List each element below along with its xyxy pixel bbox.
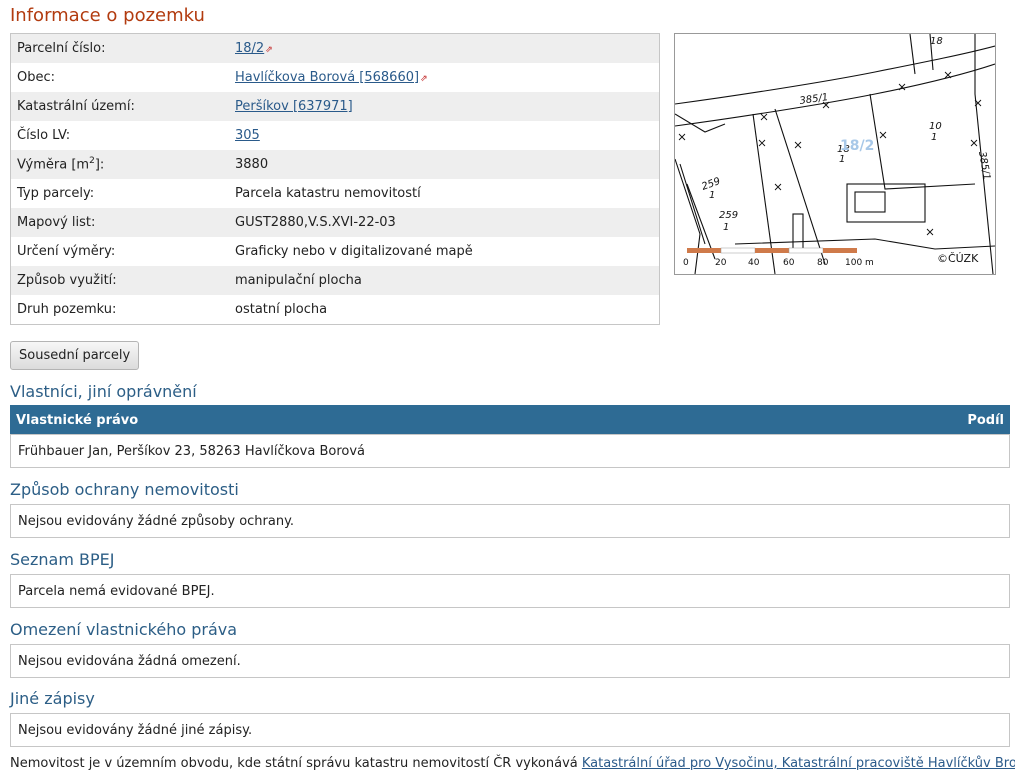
page-title: Informace o pozemku	[10, 5, 205, 26]
municipality-link[interactable]: Havlíčkova Borová [568660]	[235, 70, 419, 85]
building-outline	[854, 191, 886, 213]
table-row: Parcelní číslo: 18/2⇗	[10, 33, 660, 63]
external-link-icon: ⇗	[420, 74, 428, 84]
row-value: 3880	[229, 150, 660, 179]
parcel-number-link[interactable]: 18/2	[235, 41, 264, 56]
row-label: Určení výměry:	[17, 244, 116, 259]
cadastral-map[interactable]: 18 385/1 18 1 10 1 385/1 259 1 259 1 18/…	[674, 33, 996, 275]
table-row: Obec: Havlíčkova Borová [568660]⇗	[11, 63, 660, 92]
row-label: Způsob využití:	[10, 266, 229, 295]
map-label: 1	[931, 132, 937, 143]
scale-tick-label: 80	[817, 258, 829, 268]
share-column-header: Podíl	[967, 412, 1004, 428]
scale-bar	[687, 247, 857, 254]
map-label: 18	[930, 36, 943, 47]
table-row: Výměra [m2]: 3880	[10, 150, 660, 179]
row-value: manipulační plocha	[229, 266, 660, 295]
building-outline	[846, 183, 926, 223]
table-row: Druh pozemku: ostatní plocha	[11, 295, 660, 325]
scale-tick-label: 20	[715, 258, 727, 268]
row-value: Graficky nebo v digitalizované mapě	[235, 244, 473, 259]
table-row: Určení výměry: Graficky nebo v digitaliz…	[11, 237, 660, 266]
row-value: 305	[229, 121, 660, 150]
scale-tick-label: 0	[683, 258, 689, 268]
section-heading-protection: Způsob ochrany nemovitosti	[10, 480, 239, 499]
row-value: GUST2880,V.S.XVI-22-03	[229, 208, 660, 237]
scale-tick-label: 60	[783, 258, 795, 268]
table-row: Způsob využití: manipulační plocha	[10, 266, 660, 295]
table-row: Katastrální území: Peršíkov [637971]	[10, 92, 660, 121]
map-label: 1	[723, 222, 729, 233]
ownership-column-header: Vlastnické právo	[16, 412, 139, 428]
table-row: Typ parcely: Parcela katastru nemovitost…	[11, 179, 660, 208]
cadastral-area-link[interactable]: Peršíkov [637971]	[235, 99, 353, 114]
row-label: Číslo LV:	[17, 128, 71, 143]
map-label: 385/1	[799, 92, 829, 107]
owners-table-header: Vlastnické právo Podíl	[10, 405, 1010, 435]
row-label: Výměra [m2]:	[10, 150, 229, 179]
row-label: Typ parcely:	[17, 186, 95, 201]
section-box-bpej: Parcela nemá evidované BPEJ.	[10, 574, 1010, 608]
owner-text: Frühbauer Jan, Peršíkov 23, 58263 Havlíč…	[18, 443, 365, 459]
external-link-icon: ⇗	[265, 45, 273, 55]
map-label: 259	[719, 210, 738, 221]
map-label: 1	[709, 190, 715, 201]
section-box-protection: Nejsou evidovány žádné způsoby ochrany.	[10, 504, 1010, 538]
owners-heading: Vlastníci, jiní oprávnění	[10, 382, 197, 401]
map-label: 10	[929, 121, 942, 132]
row-label: Mapový list:	[10, 208, 229, 237]
parcel-info-table: Parcelní číslo: 18/2⇗ Obec: Havlíčkova B…	[10, 33, 660, 325]
area-label-suffix: ]:	[94, 157, 105, 173]
section-box-restrictions: Nejsou evidována žádná omezení.	[10, 644, 1010, 678]
owner-row: Frühbauer Jan, Peršíkov 23, 58263 Havlíč…	[10, 434, 1010, 468]
section-heading-bpej: Seznam BPEJ	[10, 550, 115, 569]
map-label: 385/1	[976, 151, 992, 181]
row-value: 18/2⇗	[229, 33, 660, 63]
neighbor-parcels-button[interactable]: Sousední parcely	[10, 341, 140, 370]
scale-tick-label: 40	[748, 258, 760, 268]
building-outline	[792, 213, 804, 250]
section-text: Nejsou evidována žádná omezení.	[18, 653, 241, 669]
road-line	[675, 63, 995, 127]
section-box-other: Nejsou evidovány žádné jiné zápisy.	[10, 713, 1010, 747]
row-label: Druh pozemku:	[17, 302, 117, 317]
scale-tick-label: 100 m	[845, 258, 874, 268]
highlighted-parcel-label: 18/2	[840, 138, 874, 154]
table-row: Číslo LV: 305	[11, 121, 660, 150]
section-heading-other: Jiné zápisy	[10, 689, 95, 708]
section-text: Nejsou evidovány žádné způsoby ochrany.	[18, 513, 295, 529]
area-label-text: Výměra [m	[17, 157, 90, 173]
map-label: 1	[839, 154, 845, 165]
row-label: Katastrální území:	[10, 92, 229, 121]
section-heading-restrictions: Omezení vlastnického práva	[10, 620, 238, 639]
section-text: Parcela nemá evidované BPEJ.	[18, 583, 215, 599]
footer-text: Nemovitost je v územním obvodu, kde stát…	[10, 756, 582, 771]
section-text: Nejsou evidovány žádné jiné zápisy.	[18, 722, 253, 738]
parcel-boundary	[679, 163, 706, 245]
table-row: Mapový list: GUST2880,V.S.XVI-22-03	[10, 208, 660, 237]
row-value: Havlíčkova Borová [568660]⇗	[229, 63, 660, 92]
map-copyright: ©ČÚZK	[937, 252, 979, 265]
lv-number-link[interactable]: 305	[235, 128, 260, 143]
cadastral-office-link[interactable]: Katastrální úřad pro Vysočinu, Katastrál…	[582, 756, 1015, 771]
parcel-boundary	[909, 34, 916, 75]
parcel-boundary	[734, 238, 995, 250]
footer-note: Nemovitost je v územním obvodu, kde stát…	[10, 756, 1015, 771]
parcel-boundary	[869, 93, 976, 190]
row-value: Parcela katastru nemovitostí	[235, 186, 421, 201]
row-value: Peršíkov [637971]	[229, 92, 660, 121]
row-label: Obec:	[17, 70, 56, 85]
road-line	[675, 45, 995, 105]
row-label: Parcelní číslo:	[10, 33, 229, 63]
row-value: ostatní plocha	[235, 302, 328, 317]
